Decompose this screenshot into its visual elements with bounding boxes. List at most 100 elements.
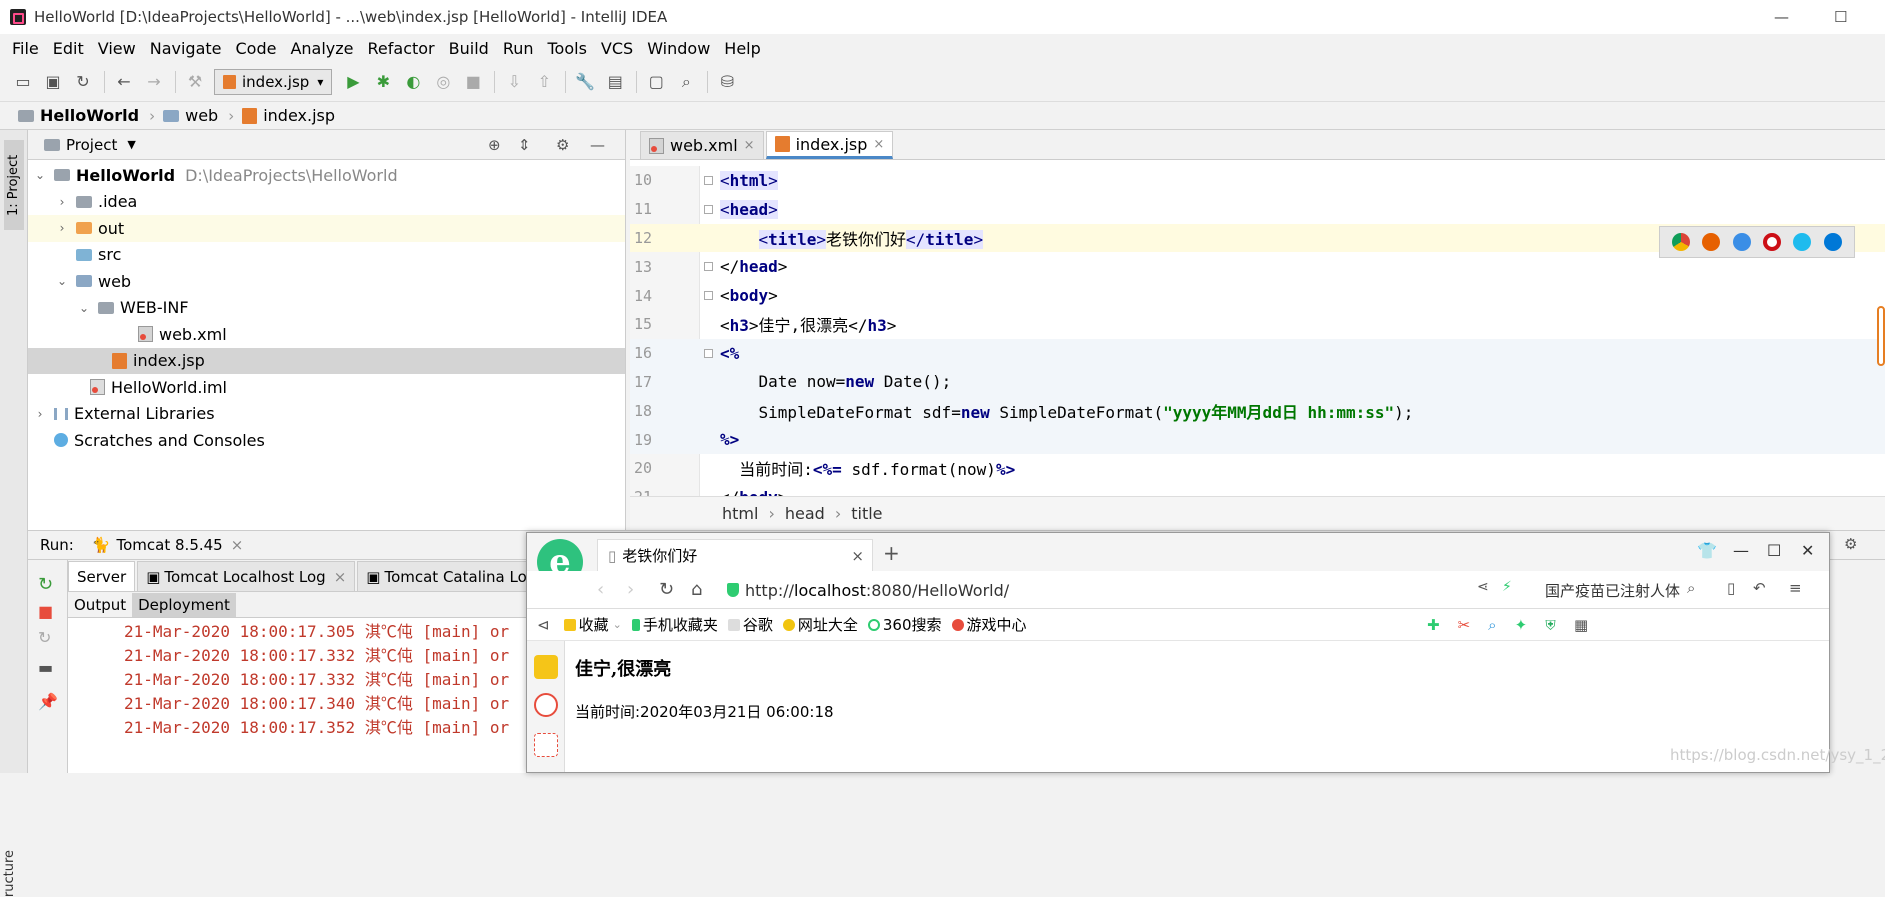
menu-help[interactable]: Help bbox=[724, 39, 760, 58]
hide-panel-icon[interactable]: — bbox=[590, 136, 605, 154]
tree-item-src[interactable]: src bbox=[28, 242, 625, 269]
tree-item-helloworld[interactable]: ⌄ HelloWorld D:\IdeaProjects\HelloWorld bbox=[28, 162, 625, 189]
maximize-button[interactable]: ☐ bbox=[1834, 8, 1847, 26]
vcs-commit-icon[interactable]: ⇧ bbox=[533, 71, 555, 93]
tab-catalina-log[interactable]: ▣ Tomcat Catalina Log bbox=[357, 561, 546, 591]
tree-item-out[interactable]: › out bbox=[28, 215, 625, 242]
bookmark-360search[interactable]: 360搜索 bbox=[867, 614, 942, 635]
ie-icon[interactable] bbox=[1793, 233, 1812, 251]
project-view-label[interactable]: Project bbox=[66, 136, 117, 154]
editor-crumb-head[interactable]: head bbox=[785, 504, 825, 523]
tree-item-scratches[interactable]: Scratches and Consoles bbox=[28, 427, 625, 454]
share-icon[interactable]: ⋖ bbox=[1477, 579, 1489, 595]
mail-icon[interactable] bbox=[534, 733, 558, 757]
tree-item-external-libraries[interactable]: › External Libraries bbox=[28, 401, 625, 428]
tab-index-jsp[interactable]: index.jsp × bbox=[765, 131, 894, 159]
weibo-icon[interactable] bbox=[534, 693, 558, 717]
sidebar-toggle-icon[interactable]: ⊲ bbox=[537, 616, 550, 634]
bookmark-directory[interactable]: 网址大全 bbox=[782, 614, 858, 635]
fold-icon[interactable] bbox=[704, 176, 713, 185]
chevron-right-icon[interactable]: › bbox=[54, 195, 70, 209]
terminal-icon[interactable]: ▢ bbox=[645, 71, 667, 93]
tab-web-xml[interactable]: web.xml × bbox=[640, 131, 764, 159]
structure-tool-tab[interactable]: ructure bbox=[2, 850, 17, 897]
layout-icon[interactable]: ▬ bbox=[38, 658, 53, 677]
rerun-icon[interactable]: ↻ bbox=[38, 574, 53, 595]
close-icon[interactable]: × bbox=[334, 568, 347, 586]
run-config-tab[interactable]: Tomcat 8.5.45 bbox=[117, 536, 223, 554]
menu-analyze[interactable]: Analyze bbox=[290, 39, 353, 58]
tab-server[interactable]: Server bbox=[68, 561, 136, 591]
chevron-right-icon[interactable]: › bbox=[54, 221, 70, 235]
chevron-down-icon[interactable]: ▼ bbox=[127, 138, 135, 151]
bookmark-games[interactable]: 游戏中心 bbox=[951, 614, 1027, 635]
debug-icon[interactable]: ✱ bbox=[372, 71, 394, 93]
pin-icon[interactable]: 📌 bbox=[38, 692, 58, 711]
breadcrumb-file[interactable]: index.jsp bbox=[242, 106, 335, 125]
tree-item-iml[interactable]: HelloWorld.iml bbox=[28, 374, 625, 401]
reading-icon[interactable]: ▯ bbox=[1727, 579, 1735, 597]
safari-icon[interactable] bbox=[1732, 233, 1751, 251]
gear-icon[interactable]: ⚙ bbox=[556, 136, 569, 154]
run-config-select[interactable]: index.jsp ▾ bbox=[214, 68, 333, 95]
menu-build[interactable]: Build bbox=[449, 39, 489, 58]
menu-file[interactable]: File bbox=[12, 39, 39, 58]
close-window-button[interactable]: ✕ bbox=[1801, 541, 1814, 560]
collapse-all-icon[interactable]: ⇕ bbox=[518, 136, 531, 154]
back-icon[interactable]: ‹ bbox=[597, 579, 604, 600]
tree-item-web-xml[interactable]: web.xml bbox=[28, 321, 625, 348]
forward-icon[interactable]: → bbox=[143, 71, 165, 93]
locate-icon[interactable]: ⊕ bbox=[488, 136, 501, 154]
search-icon[interactable]: ⌕ bbox=[675, 71, 697, 93]
tree-item-web[interactable]: ⌄ web bbox=[28, 268, 625, 295]
menu-tools[interactable]: Tools bbox=[548, 39, 587, 58]
menu-vcs[interactable]: VCS bbox=[601, 39, 633, 58]
chevron-right-icon[interactable]: › bbox=[32, 407, 48, 421]
tree-item-idea[interactable]: › .idea bbox=[28, 189, 625, 216]
breadcrumb-project[interactable]: HelloWorld bbox=[18, 106, 139, 125]
subtab-deployment[interactable]: Deployment bbox=[132, 592, 236, 617]
address-bar[interactable]: http://localhost:8080/HelloWorld/ bbox=[745, 581, 1009, 600]
fold-icon[interactable] bbox=[704, 204, 713, 214]
fold-icon[interactable] bbox=[704, 348, 713, 358]
chevron-down-icon[interactable]: ⌄ bbox=[76, 301, 92, 315]
subtab-output[interactable]: Output bbox=[68, 593, 132, 617]
firefox-icon[interactable] bbox=[1702, 233, 1721, 251]
close-icon[interactable]: × bbox=[873, 137, 884, 152]
sync-icon[interactable]: ↻ bbox=[72, 71, 94, 93]
menu-code[interactable]: Code bbox=[236, 39, 277, 58]
close-icon[interactable]: × bbox=[231, 536, 244, 554]
scrollbar-thumb[interactable] bbox=[1877, 306, 1885, 366]
restart-icon[interactable]: ↻ bbox=[38, 628, 51, 647]
chevron-down-icon[interactable]: ⌄ bbox=[32, 168, 48, 182]
menu-window[interactable]: Window bbox=[647, 39, 710, 58]
build-hammer-icon[interactable]: ⚒ bbox=[184, 71, 206, 93]
maximize-button[interactable]: ☐ bbox=[1767, 541, 1781, 560]
home-icon[interactable]: ⌂ bbox=[691, 579, 702, 600]
editor-crumb-html[interactable]: html bbox=[722, 504, 758, 523]
browser-tab[interactable]: ▯ 老铁你们好 × bbox=[597, 539, 873, 571]
opera-icon[interactable] bbox=[1763, 233, 1782, 251]
wrench-icon[interactable]: 🔧 bbox=[574, 71, 596, 93]
edge-icon[interactable] bbox=[1823, 233, 1842, 251]
minimize-button[interactable]: — bbox=[1774, 8, 1789, 26]
menu-icon[interactable]: ≡ bbox=[1789, 579, 1802, 597]
search-input[interactable]: 国产疫苗已注射人体 bbox=[1537, 577, 1707, 603]
bookmark-mobile[interactable]: 手机收藏夹 bbox=[631, 614, 718, 635]
project-structure-icon[interactable]: ▤ bbox=[604, 71, 626, 93]
menu-edit[interactable]: Edit bbox=[53, 39, 84, 58]
reload-icon[interactable]: ↻ bbox=[659, 579, 674, 600]
run-icon[interactable]: ▶ bbox=[342, 71, 364, 93]
coverage-icon[interactable]: ◐ bbox=[402, 71, 424, 93]
profile-icon[interactable]: ◎ bbox=[432, 71, 454, 93]
fold-icon[interactable] bbox=[704, 291, 713, 301]
open-folder-icon[interactable]: ▭ bbox=[12, 71, 34, 93]
forward-icon[interactable]: › bbox=[627, 579, 634, 600]
minimize-button[interactable]: — bbox=[1733, 541, 1749, 560]
tree-item-index-jsp[interactable]: index.jsp bbox=[28, 347, 625, 374]
tree-item-web-inf[interactable]: ⌄ WEB-INF bbox=[28, 295, 625, 322]
bookmark-google[interactable]: 谷歌 bbox=[727, 614, 773, 635]
bookmark-favorites[interactable]: 收藏 ⌄ bbox=[563, 614, 622, 635]
menu-navigate[interactable]: Navigate bbox=[150, 39, 222, 58]
skin-icon[interactable]: 👕 bbox=[1697, 541, 1717, 560]
